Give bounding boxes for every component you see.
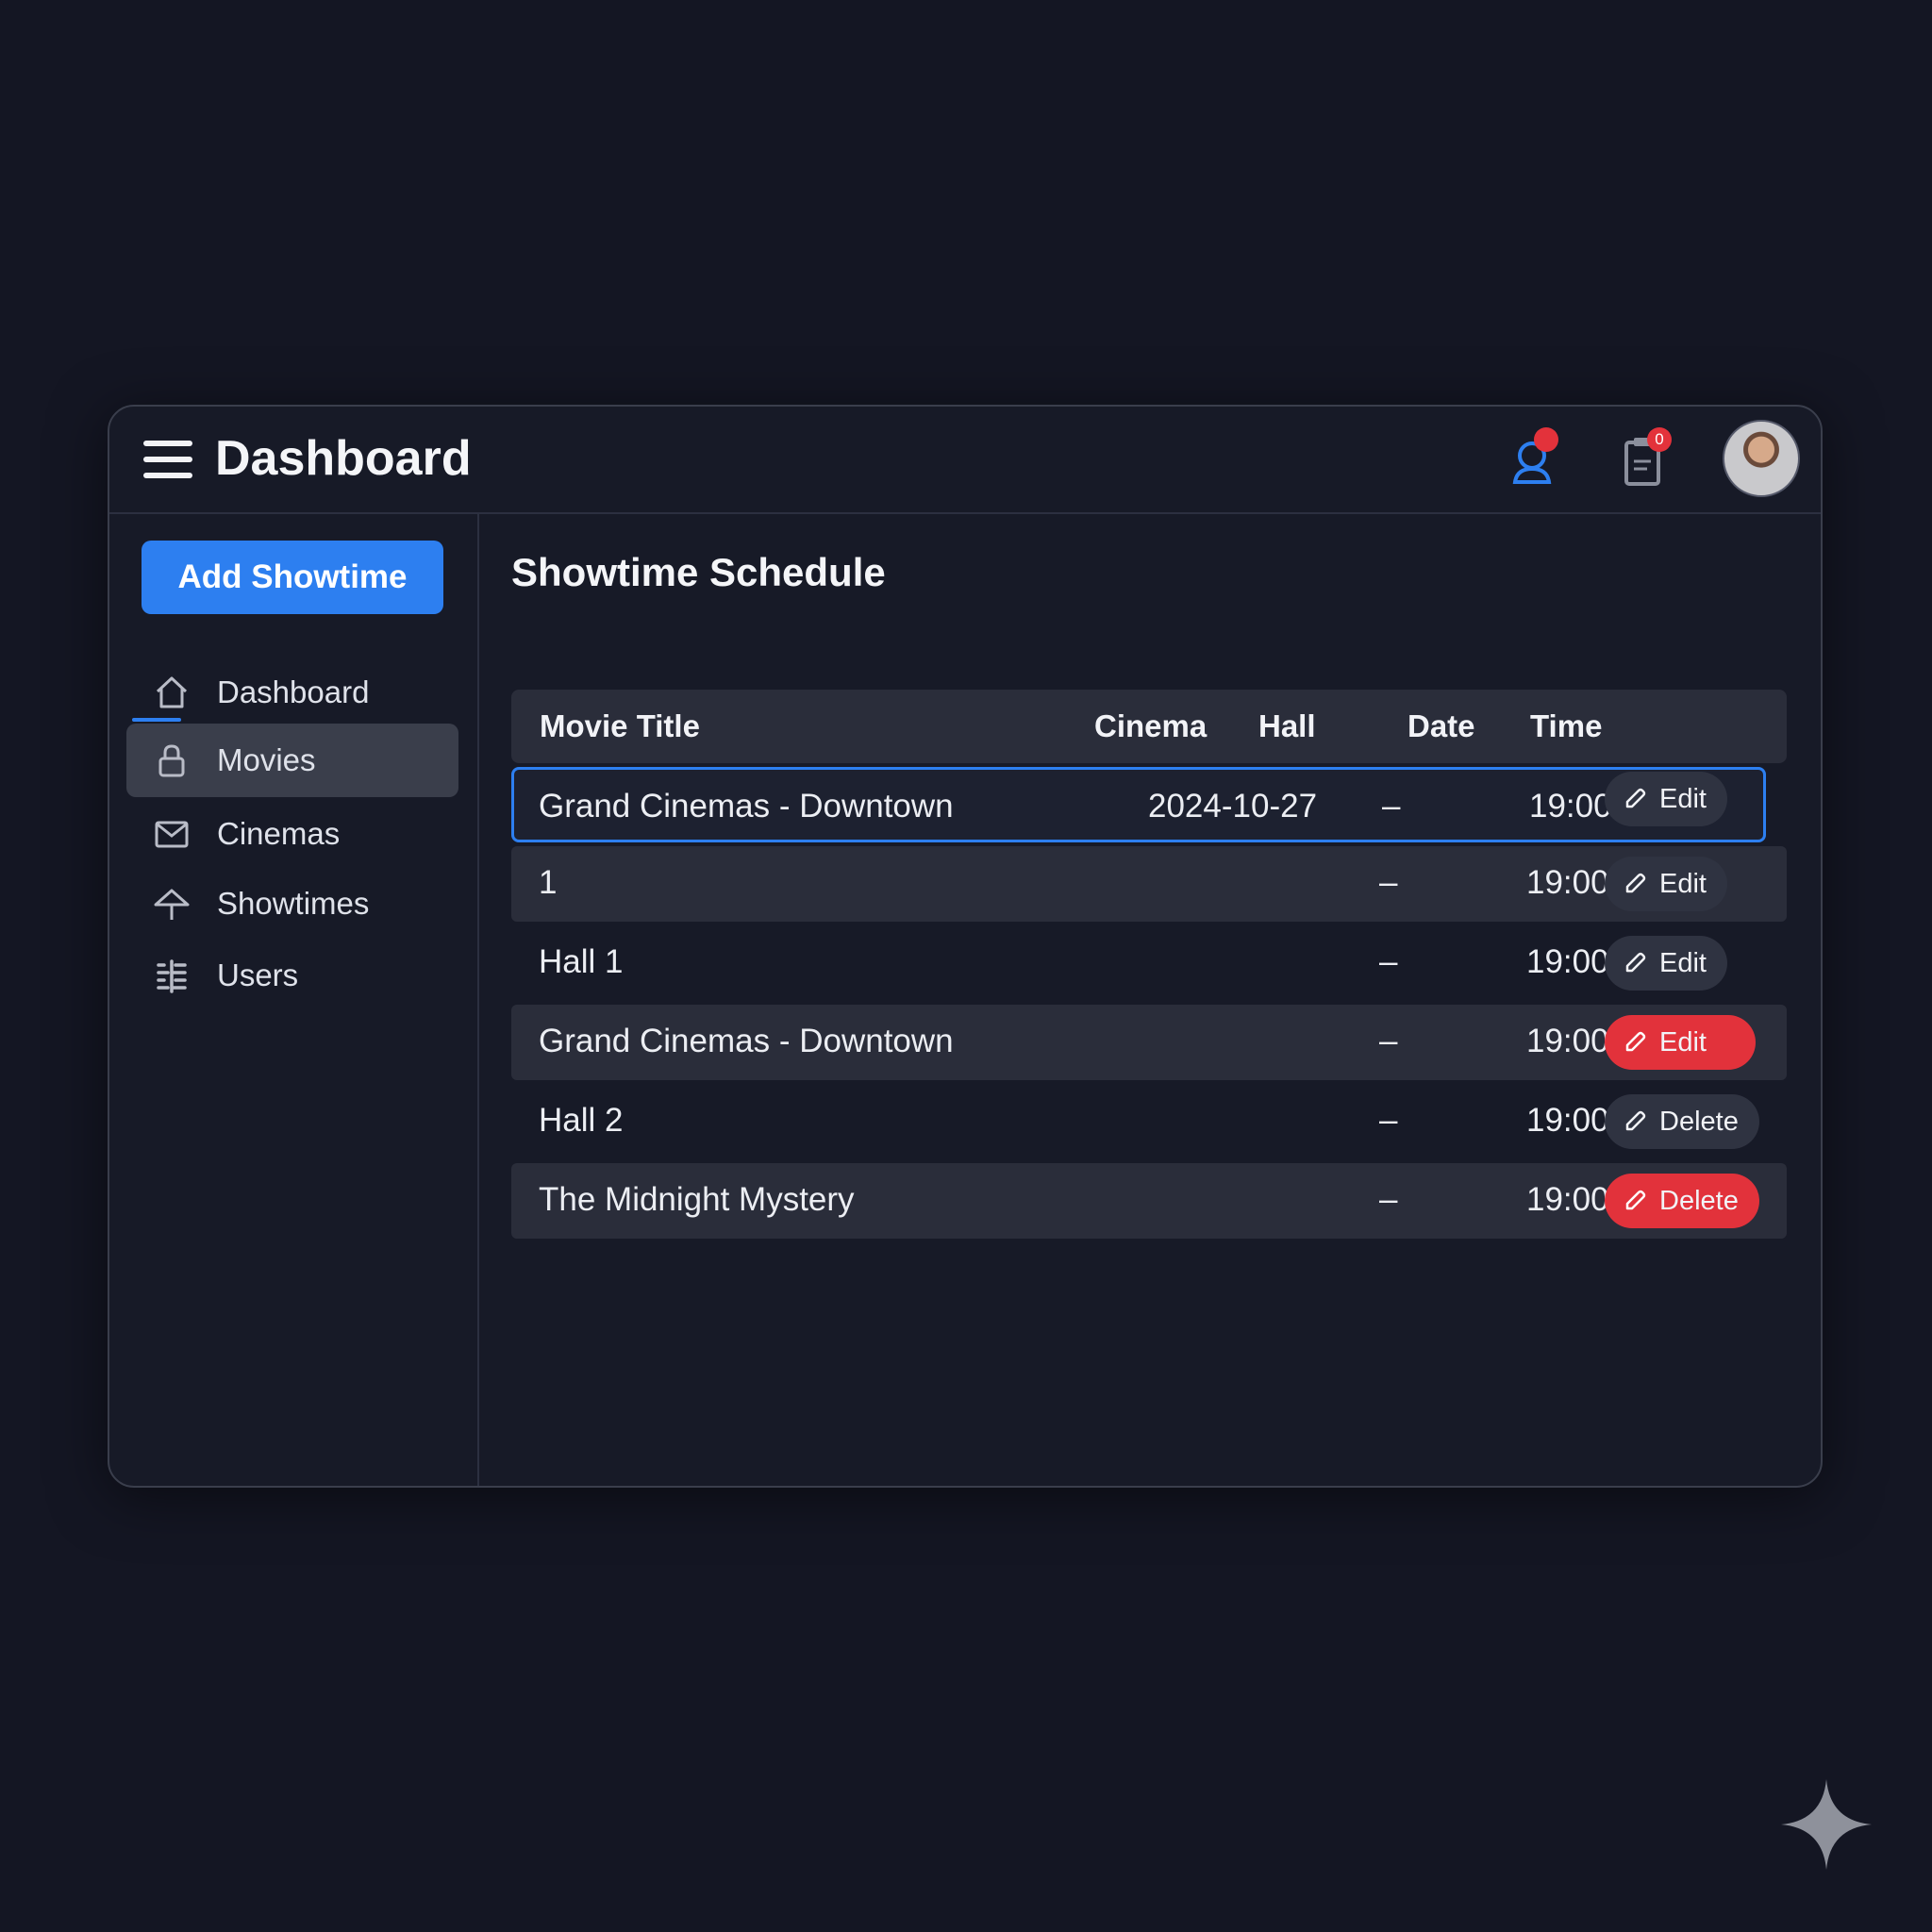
table-row[interactable]: 1 – 19:00 Edit [511, 846, 1787, 922]
cell-movie-title: Hall 2 [539, 1102, 624, 1139]
cell-separator: – [1379, 1181, 1398, 1218]
table-row[interactable]: Hall 1 – 19:00 Edit [511, 925, 1787, 1001]
column-header-date[interactable]: Date [1407, 708, 1475, 744]
edit-button-label: Edit [1659, 783, 1707, 814]
cell-separator: – [1379, 864, 1398, 901]
cell-time: 19:00 [1526, 1023, 1609, 1059]
add-showtime-button[interactable]: Add Showtime [142, 541, 443, 614]
cell-movie-title: 1 [539, 864, 558, 901]
delete-button-label: Delete [1659, 1106, 1739, 1137]
pencil-icon [1625, 952, 1646, 973]
cell-time: 19:00 [1526, 864, 1609, 901]
sidebar-item-label: Dashboard [217, 675, 370, 709]
column-header-hall[interactable]: Hall [1258, 708, 1316, 744]
edit-button[interactable]: Edit [1605, 857, 1727, 911]
table-header: Movie Title Cinema Hall Date Time [511, 690, 1787, 763]
cell-time: 19:00 [1529, 788, 1612, 824]
sidebar-item-showtimes[interactable]: Showtimes [126, 867, 477, 941]
home-icon [151, 672, 192, 713]
edit-button[interactable]: Edit [1605, 936, 1727, 991]
column-header-cinema[interactable]: Cinema [1094, 708, 1207, 744]
table-row[interactable]: The Midnight Mystery – 19:00 Delete [511, 1163, 1787, 1239]
cell-separator: – [1379, 943, 1398, 980]
showtime-table: Movie Title Cinema Hall Date Time Grand … [511, 690, 1787, 1239]
column-header-movie-title[interactable]: Movie Title [540, 708, 700, 744]
sidebar-item-label: Users [217, 958, 299, 992]
column-header-time[interactable]: Time [1530, 708, 1602, 744]
pencil-icon [1625, 788, 1646, 808]
clipboard-icon[interactable]: 0 [1613, 427, 1674, 491]
pencil-icon [1625, 1190, 1646, 1210]
notification-badge [1534, 427, 1558, 452]
edit-button-label: Edit [1659, 868, 1707, 899]
table-row[interactable]: Grand Cinemas - Downtown – 19:00 Edit [511, 1005, 1787, 1080]
lock-icon [151, 740, 192, 781]
sidebar-item-users[interactable]: Users [126, 939, 477, 1012]
delete-button[interactable]: Delete [1605, 1094, 1759, 1149]
edit-button[interactable]: Edit [1605, 1015, 1756, 1070]
cell-movie-title: Grand Cinemas - Downtown [539, 1023, 954, 1059]
cell-movie-title: Grand Cinemas - Downtown [539, 788, 954, 824]
sidebar: Add Showtime Dashboard Movies Cinemas Sh [109, 514, 479, 1486]
clipboard-badge: 0 [1647, 427, 1672, 452]
grid-icon [151, 955, 192, 996]
edit-button-label: Edit [1659, 947, 1707, 978]
cell-separator: – [1382, 788, 1401, 824]
app-window: Dashboard 0 Add Showtime Dashboard Movie… [108, 405, 1823, 1488]
sidebar-item-label: Showtimes [217, 886, 370, 921]
hamburger-menu-icon[interactable] [143, 441, 192, 480]
sidebar-item-label: Movies [217, 742, 316, 777]
cell-separator: – [1379, 1023, 1398, 1059]
table-row[interactable]: Grand Cinemas - Downtown 2024-10-27 – 19… [511, 767, 1766, 842]
main-content: Showtime Schedule Movie Title Cinema Hal… [479, 514, 1821, 1486]
user-notification-icon[interactable] [1504, 427, 1564, 491]
pencil-icon [1625, 1031, 1646, 1052]
mail-icon [151, 813, 192, 855]
edit-button-label: Edit [1659, 1026, 1707, 1058]
page-title: Showtime Schedule [511, 550, 886, 594]
cell-time: 19:00 [1526, 943, 1609, 980]
cell-separator: – [1379, 1102, 1398, 1139]
sidebar-item-cinemas[interactable]: Cinemas [126, 797, 477, 871]
cell-movie-title: Hall 1 [539, 943, 624, 980]
umbrella-icon [151, 883, 192, 924]
table-row[interactable]: Hall 2 – 19:00 Delete [511, 1084, 1787, 1159]
top-bar: Dashboard 0 [109, 407, 1821, 514]
app-title: Dashboard [215, 431, 472, 486]
pencil-icon [1625, 1110, 1646, 1131]
delete-button[interactable]: Delete [1605, 1174, 1759, 1228]
delete-button-label: Delete [1659, 1185, 1739, 1216]
sidebar-item-movies[interactable]: Movies [126, 724, 458, 797]
edit-button[interactable]: Edit [1605, 772, 1727, 826]
sparkle-icon [1781, 1779, 1872, 1870]
pencil-icon [1625, 873, 1646, 893]
avatar[interactable] [1723, 420, 1800, 497]
cell-date: 2024-10-27 [1148, 788, 1318, 824]
cell-time: 19:00 [1526, 1181, 1609, 1218]
active-indicator [132, 718, 181, 722]
cell-movie-title: The Midnight Mystery [539, 1181, 855, 1218]
cell-time: 19:00 [1526, 1102, 1609, 1139]
sidebar-item-label: Cinemas [217, 816, 341, 851]
